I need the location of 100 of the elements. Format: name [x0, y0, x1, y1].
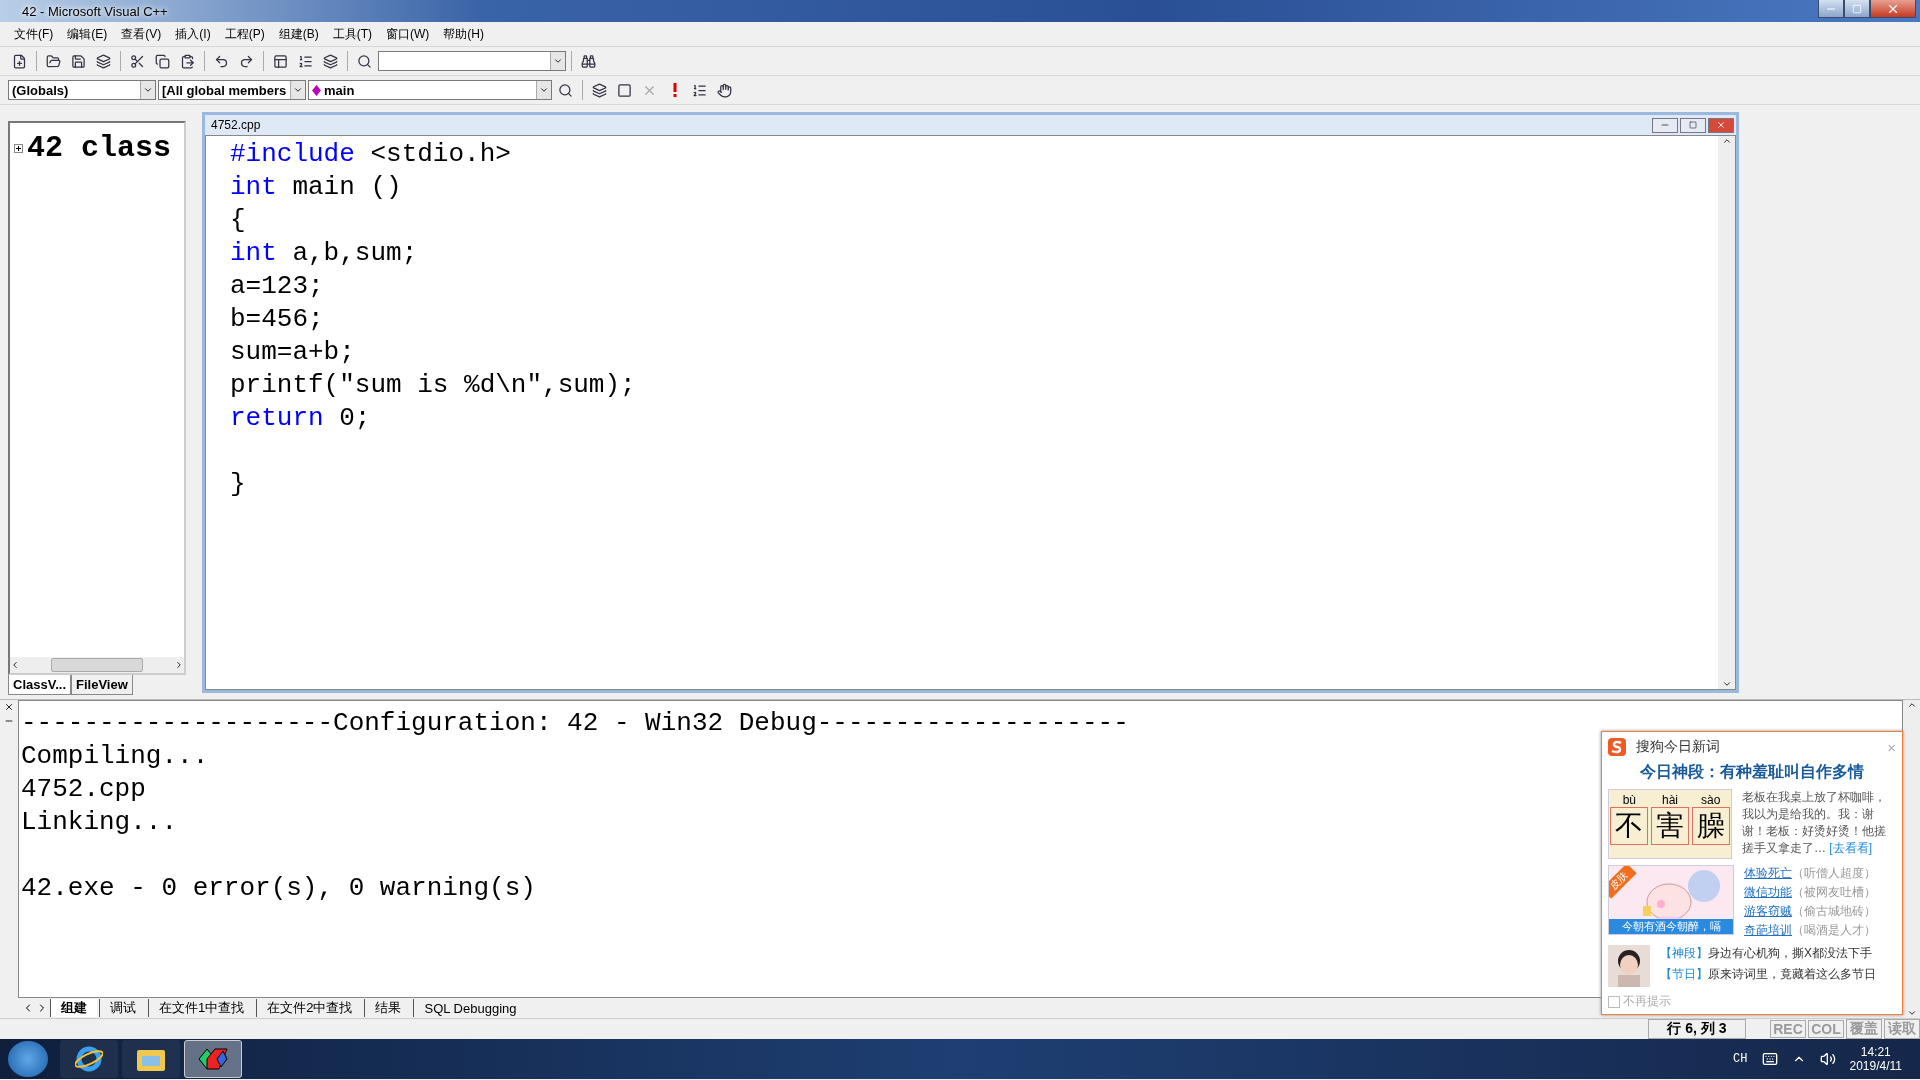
- status-indicator: REC: [1770, 1020, 1806, 1038]
- status-indicator: 读取: [1884, 1019, 1920, 1039]
- scrollbar[interactable]: [1718, 136, 1735, 689]
- scroll-right-icon: [174, 660, 184, 670]
- term-link[interactable]: 奇葩培训: [1744, 922, 1792, 939]
- character: 害: [1651, 807, 1689, 845]
- minimize-button[interactable]: [1818, 0, 1844, 18]
- ide-icon: [197, 1047, 229, 1071]
- members-combo[interactable]: [All global members: [158, 80, 306, 100]
- scroll-up-icon: [1721, 136, 1732, 146]
- output-line: 42.exe - 0 error(s), 0 warning(s): [21, 872, 536, 905]
- stack-icon: [592, 82, 607, 98]
- menu-item[interactable]: 工具(T): [326, 23, 378, 45]
- menu-item[interactable]: 工程(P): [218, 23, 271, 45]
- term-link[interactable]: 体验死亡: [1744, 865, 1792, 882]
- logo-icon: [1608, 738, 1626, 756]
- output-tab[interactable]: 调试: [99, 999, 146, 1017]
- output-tab[interactable]: 组建: [50, 999, 97, 1017]
- close-button[interactable]: [1870, 0, 1916, 18]
- story-text: 老板在我桌上放了杯咖啡，我以为是给我的。我：谢谢！老板：好烫好烫！他搓搓手又拿走了… [去看看]: [1742, 789, 1887, 857]
- term-note: （听僧人超度）: [1792, 865, 1876, 882]
- output-tab[interactable]: SQL Debugging: [413, 999, 527, 1017]
- headline: 今日神段：有种羞耻叫自作多情: [1639, 762, 1865, 782]
- menu-item[interactable]: 编辑(E): [61, 23, 114, 45]
- cut-icon: [130, 53, 145, 69]
- term-note: （被网友吐槽）: [1792, 884, 1876, 901]
- menu-item[interactable]: 帮助(H): [437, 23, 490, 45]
- folder-icon: [46, 53, 61, 69]
- minimize-button[interactable]: [1652, 117, 1678, 133]
- restore-icon: [1852, 3, 1862, 14]
- menu-item[interactable]: 组建(B): [272, 23, 325, 45]
- code-line: return 0;: [230, 402, 371, 435]
- news-link[interactable]: 【节日】原来诗词里，竟藏着这么多节日: [1660, 966, 1876, 983]
- workspace-tab[interactable]: FileView: [71, 675, 133, 695]
- code-line: int a,b,sum;: [230, 237, 418, 270]
- tree-item[interactable]: 42 class: [10, 123, 184, 173]
- search-icon: [357, 53, 372, 69]
- term-link[interactable]: 微信功能: [1744, 884, 1792, 901]
- dropdown-icon: [143, 85, 153, 95]
- new-file-icon: [12, 53, 27, 69]
- document-title: 4752.cpp: [211, 118, 261, 132]
- scroll-left-icon: [10, 660, 20, 670]
- character: 不: [1610, 807, 1649, 845]
- undo-icon: [214, 53, 229, 69]
- function-combo[interactable]: main: [308, 80, 552, 100]
- term-link[interactable]: 游客窃贼: [1744, 903, 1792, 920]
- workspace-tab[interactable]: ClassV...: [8, 675, 71, 695]
- term-note: （喝酒是人才）: [1792, 922, 1876, 939]
- find-combo[interactable]: [378, 51, 566, 71]
- output-tab[interactable]: 结果: [364, 999, 412, 1017]
- scroll-up-icon: [1906, 700, 1917, 710]
- browser-icon: [75, 1045, 103, 1073]
- taskbar-app[interactable]: [184, 1040, 242, 1078]
- code-line: b=456;: [230, 303, 324, 336]
- output-tab[interactable]: 在文件1中查找: [148, 999, 255, 1017]
- hand-icon: [717, 82, 732, 98]
- cursor-position: 行 6, 列 3: [1648, 1019, 1746, 1039]
- maximize-button[interactable]: [1844, 0, 1870, 18]
- pinyin: bù: [1622, 793, 1636, 807]
- keyboard-icon: [1761, 1051, 1778, 1067]
- menu-item[interactable]: 插入(I): [169, 23, 217, 45]
- maximize-button[interactable]: [1680, 117, 1706, 133]
- code-line: {: [230, 204, 246, 237]
- expand-icon[interactable]: [14, 143, 23, 153]
- character: 臊: [1691, 807, 1730, 845]
- diamond-icon: [312, 84, 321, 96]
- more-link[interactable]: [去看看]: [1829, 841, 1872, 855]
- clock[interactable]: 14:21 2019/4/11: [1849, 1045, 1902, 1073]
- scrollbar[interactable]: [10, 657, 184, 673]
- menu-item[interactable]: 窗口(W): [380, 23, 436, 45]
- pinyin: hài: [1661, 793, 1678, 807]
- taskbar-app[interactable]: [60, 1040, 118, 1078]
- news-link[interactable]: 【神段】身边有心机狗，撕X都没法下手: [1660, 945, 1876, 962]
- picture-caption: 今朝有酒今朝醉，嗝: [1609, 919, 1733, 934]
- term-note: （偷古城地砖）: [1792, 903, 1876, 920]
- save-icon: [71, 53, 86, 69]
- status-indicator: 覆盖: [1846, 1019, 1882, 1039]
- language-indicator: CH: [1733, 1052, 1748, 1066]
- output-tab[interactable]: 在文件2中查找: [256, 999, 363, 1017]
- start-button[interactable]: [8, 1041, 48, 1077]
- code-line: int main (): [230, 171, 402, 204]
- workspace-icon: [273, 53, 288, 69]
- menu-item[interactable]: 查看(V): [115, 23, 168, 45]
- window-title: 42 - Microsoft Visual C++: [21, 3, 168, 19]
- code-line: a=123;: [230, 270, 324, 303]
- menu-item[interactable]: 文件(F): [8, 23, 60, 45]
- code-line: printf("sum is %d\n",sum);: [230, 369, 636, 402]
- taskbar-app[interactable]: [122, 1040, 180, 1078]
- code-line: sum=a+b;: [230, 336, 355, 369]
- code-line: #include <stdio.h>: [230, 138, 511, 171]
- output-line: Linking...: [21, 806, 178, 839]
- output-line: --------------------Configuration: 42 - Win32 Debug--------------------: [21, 707, 1129, 740]
- close-button[interactable]: [1708, 117, 1734, 133]
- scope-combo[interactable]: (Globals): [8, 80, 156, 100]
- status-indicator: COL: [1808, 1020, 1844, 1038]
- exclamation-icon: [672, 83, 677, 97]
- redo-icon: [239, 53, 254, 69]
- pinyin: sào: [1700, 793, 1721, 807]
- dropdown-icon: [539, 85, 549, 95]
- maximize-icon: [1689, 121, 1697, 129]
